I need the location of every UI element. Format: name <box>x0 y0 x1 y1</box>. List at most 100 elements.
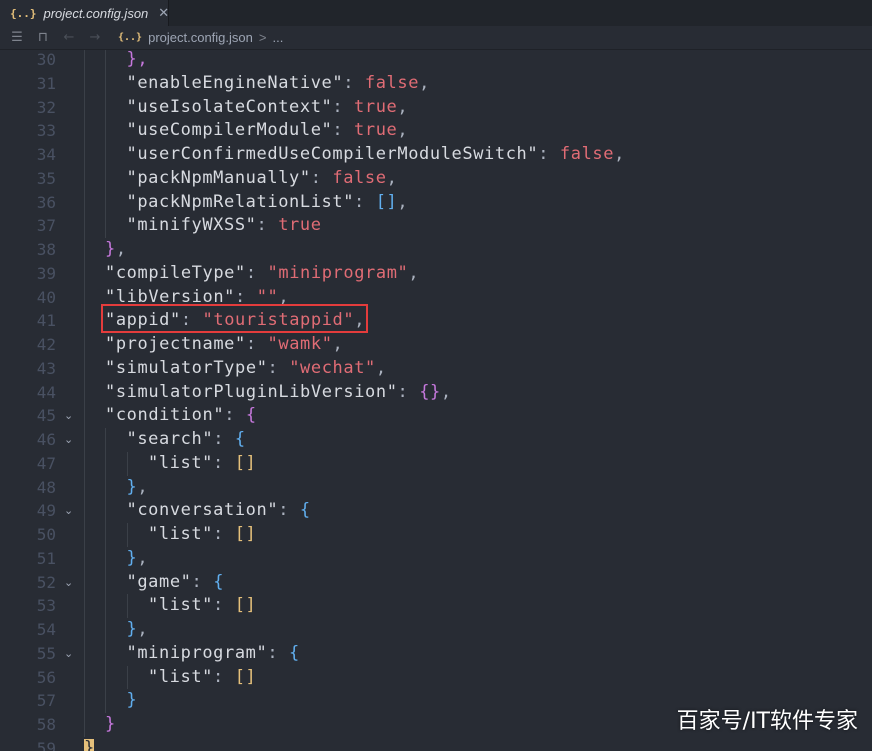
code-token: "packNpmManually" <box>126 167 311 188</box>
code-token: : <box>267 642 290 663</box>
line-number: 38 <box>36 240 56 259</box>
code-line[interactable]: 42 "projectname": "wamk", <box>0 333 872 357</box>
code-line[interactable]: 33 "useCompilerModule": true, <box>0 119 872 143</box>
code-line[interactable]: 49 ⌄ "conversation": { <box>0 499 872 523</box>
line-number: 53 <box>36 596 56 616</box>
code-token: , <box>440 381 452 402</box>
code-token: [] <box>375 191 398 212</box>
code-line[interactable]: 46 ⌄ "search": { <box>0 428 872 452</box>
code-token: "game" <box>126 571 192 592</box>
code-text: "list": [] <box>148 523 256 547</box>
line-number: 30 <box>36 50 56 69</box>
code-token: false <box>364 72 420 93</box>
code-text: "list": [] <box>148 594 256 618</box>
code-editor[interactable]: 30}, 31 "enableEngineNative": false, 32 "use… <box>0 50 872 751</box>
code-token: "compileType" <box>105 262 246 283</box>
code-token: { <box>213 571 225 592</box>
list-icon[interactable]: ☰ <box>8 30 26 45</box>
breadcrumb-more[interactable]: ... <box>272 30 283 45</box>
code-line[interactable]: 52 ⌄ "game": { <box>0 571 872 595</box>
indent-guide <box>127 594 128 618</box>
code-text: "simulatorType": "wechat", <box>105 357 387 381</box>
code-line[interactable]: 30}, <box>0 50 872 72</box>
code-token: "useIsolateContext" <box>126 96 333 117</box>
code-token: : <box>397 381 420 402</box>
code-line[interactable]: 31 "enableEngineNative": false, <box>0 72 872 96</box>
code-line[interactable]: 55 ⌄ "miniprogram": { <box>0 642 872 666</box>
bookmark-icon[interactable]: ⊓ <box>34 30 52 45</box>
code-text: }, <box>127 50 149 72</box>
code-token: , <box>614 144 625 164</box>
code-line[interactable]: 35 "packNpmManually": false, <box>0 167 872 191</box>
fold-chevron-icon[interactable]: ⌄ <box>64 499 73 523</box>
forward-arrow-icon[interactable]: → <box>86 30 104 45</box>
code-token: "condition" <box>105 405 225 426</box>
code-token: "conversation" <box>126 500 279 521</box>
code-text: "useCompilerModule": true, <box>127 119 409 143</box>
code-token: }, <box>126 50 149 69</box>
code-token: } <box>105 714 116 734</box>
code-token: : <box>256 215 279 236</box>
code-token: } <box>126 619 138 639</box>
line-number: 55 <box>36 643 56 663</box>
code-token: : <box>278 500 300 521</box>
line-number: 43 <box>36 358 56 378</box>
back-arrow-icon[interactable]: ← <box>60 30 78 45</box>
line-number: 31 <box>36 73 56 93</box>
code-token: : <box>224 405 246 426</box>
code-line[interactable]: 59} <box>0 737 872 751</box>
indent-guide <box>84 50 85 737</box>
json-file-icon: {..} <box>118 32 143 43</box>
code-line[interactable]: 36 "packNpmRelationList": [], <box>0 191 872 215</box>
code-line[interactable]: 54}, <box>0 618 872 642</box>
code-token: { <box>234 429 246 449</box>
close-icon[interactable]: ✕ <box>158 6 169 21</box>
code-line[interactable]: 47 "list": [] <box>0 452 872 476</box>
indent-guide <box>127 451 128 476</box>
line-number: 47 <box>36 453 56 473</box>
code-text: }, <box>105 238 127 262</box>
line-number: 40 <box>36 287 56 307</box>
code-token: { <box>245 405 257 426</box>
fold-chevron-icon[interactable]: ⌄ <box>64 642 73 666</box>
code-line[interactable]: 56 "list": [] <box>0 666 872 690</box>
code-line[interactable]: 37 "minifyWXSS": true <box>0 214 872 238</box>
line-number: 51 <box>36 548 56 568</box>
code-line[interactable]: 39 "compileType": "miniprogram", <box>0 262 872 286</box>
code-token: , <box>397 96 409 117</box>
code-line[interactable]: 50 "list": [] <box>0 523 872 547</box>
code-token: "miniprogram" <box>267 262 409 283</box>
code-token: : <box>245 262 268 283</box>
code-line[interactable]: 51}, <box>0 547 872 571</box>
code-text: }, <box>127 618 149 642</box>
code-token: } <box>84 737 95 751</box>
line-number: 54 <box>36 620 56 639</box>
code-token: "minifyWXSS" <box>126 215 257 236</box>
file-tab[interactable]: {..} project.config.json ✕ <box>0 0 169 26</box>
code-line[interactable]: 38}, <box>0 238 872 262</box>
code-line[interactable]: 53 "list": [] <box>0 594 872 618</box>
code-text: "packNpmRelationList": [], <box>127 191 409 215</box>
code-line[interactable]: 44 "simulatorPluginLibVersion": {}, <box>0 381 872 405</box>
code-text: } <box>84 737 95 751</box>
fold-chevron-icon[interactable]: ⌄ <box>64 428 73 452</box>
indent-guide <box>127 665 128 690</box>
code-line[interactable]: 32 "useIsolateContext": true, <box>0 96 872 120</box>
code-token: "packNpmRelationList" <box>126 191 355 212</box>
breadcrumb-file[interactable]: project.config.json <box>148 30 253 45</box>
code-token: [] <box>234 595 257 616</box>
line-number: 45 <box>36 406 56 426</box>
code-line[interactable]: 45 ⌄ "condition": { <box>0 404 872 428</box>
fold-chevron-icon[interactable]: ⌄ <box>64 404 73 428</box>
line-number: 41 <box>36 311 56 331</box>
code-token: , <box>115 239 127 259</box>
code-text: } <box>127 689 138 713</box>
code-token: , <box>332 334 344 354</box>
code-line[interactable]: 48}, <box>0 476 872 500</box>
code-line[interactable]: 43 "simulatorType": "wechat", <box>0 357 872 381</box>
tab-bar: {..} project.config.json ✕ <box>0 0 872 26</box>
code-text: "miniprogram": { <box>127 642 300 666</box>
code-token: [] <box>234 666 257 687</box>
code-line[interactable]: 34 "userConfirmedUseCompilerModuleSwitch"… <box>0 143 872 167</box>
fold-chevron-icon[interactable]: ⌄ <box>64 571 73 595</box>
